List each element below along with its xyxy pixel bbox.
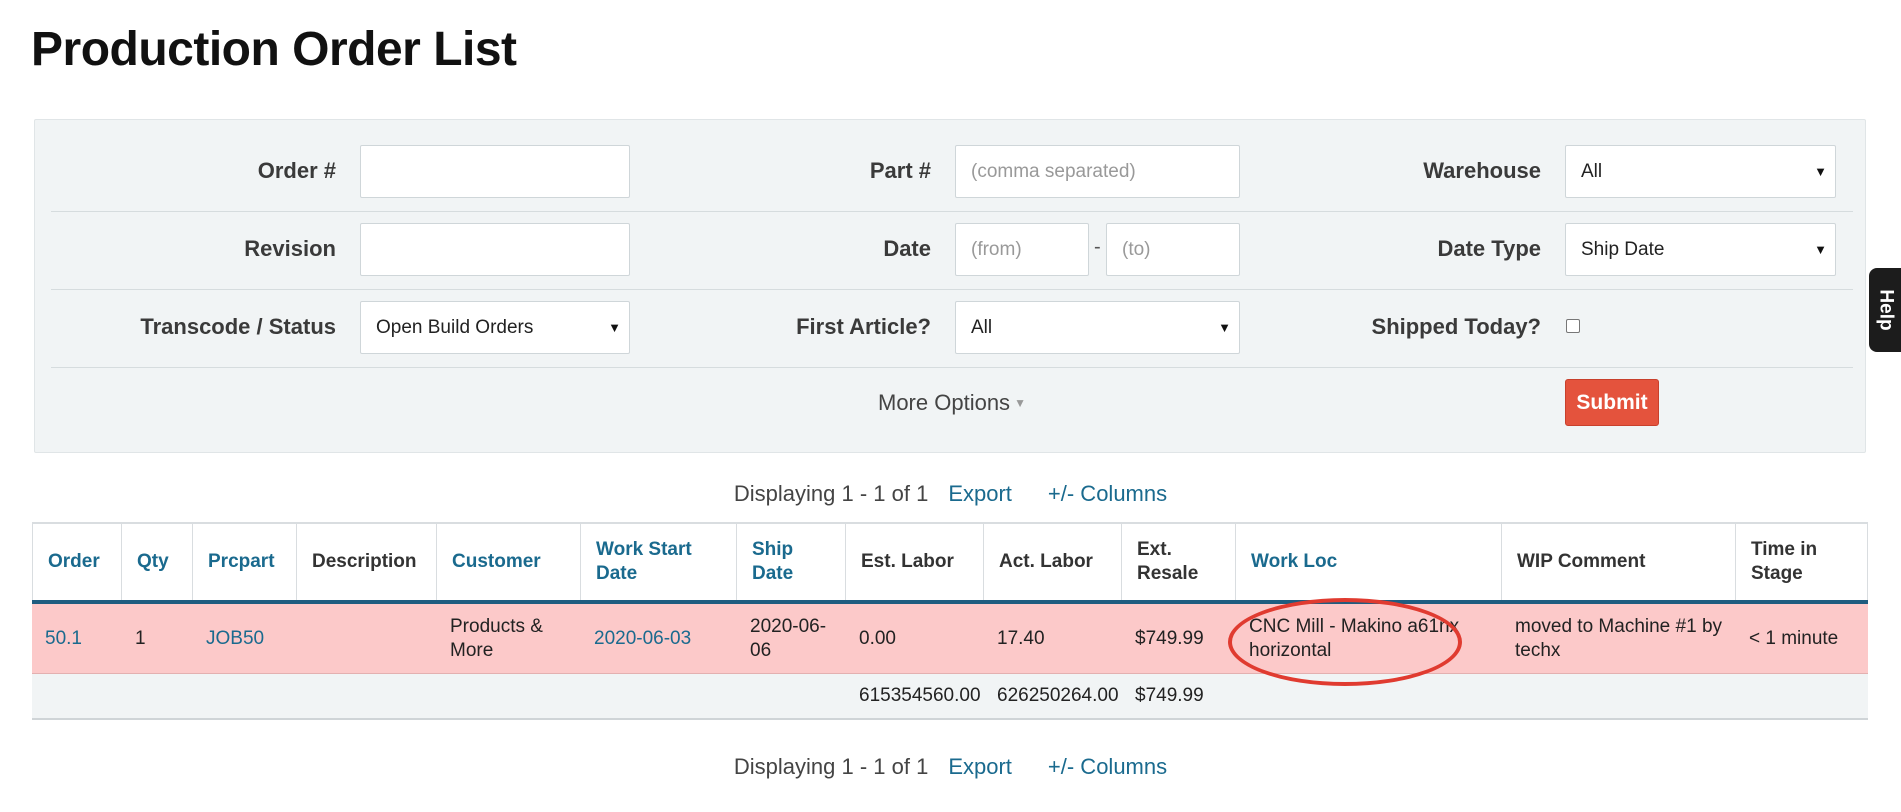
- more-options-label: More Options: [878, 390, 1011, 415]
- warehouse-label: Warehouse: [1423, 158, 1541, 183]
- help-tab[interactable]: Help: [1869, 268, 1901, 352]
- column-header-order[interactable]: Order: [32, 524, 122, 600]
- page-title: Production Order List: [31, 23, 517, 76]
- cell-time-in-stage: < 1 minute: [1749, 627, 1839, 649]
- column-header-time-in-stage: Time in Stage: [1736, 524, 1868, 600]
- pagination-bar-bottom: Displaying 1 - 1 of 1 Export +/- Columns: [0, 754, 1901, 780]
- cell-act-labor: 17.40: [997, 627, 1045, 649]
- column-header-prcpart[interactable]: Prcpart: [193, 524, 297, 600]
- row-divider: [51, 367, 1853, 368]
- order-number-label: Order #: [257, 158, 336, 183]
- total-est-labor: 615354560.00: [859, 685, 981, 706]
- total-ext-resale: $749.99: [1135, 685, 1204, 706]
- export-link[interactable]: Export: [948, 754, 1012, 779]
- chevron-down-icon: ▼: [608, 320, 621, 335]
- part-number-label: Part #: [869, 158, 931, 183]
- cell-order-link[interactable]: 50.1: [32, 604, 122, 673]
- date-type-select[interactable]: Ship Date ▼: [1565, 223, 1836, 276]
- column-header-est-labor: Est. Labor: [846, 524, 984, 600]
- columns-toggle-link[interactable]: +/- Columns: [1048, 754, 1167, 779]
- column-header-wip-comment: WIP Comment: [1502, 524, 1736, 600]
- date-label: Date: [883, 236, 931, 261]
- date-type-select-value: Ship Date: [1581, 238, 1665, 260]
- date-separator: -: [1094, 236, 1101, 258]
- column-header-act-labor: Act. Labor: [984, 524, 1122, 600]
- table-header: Order Qty Prcpart Description Customer W…: [32, 522, 1868, 604]
- submit-button[interactable]: Submit: [1565, 379, 1659, 426]
- column-header-ext-resale: Ext. Resale: [1122, 524, 1236, 600]
- column-header-work-loc[interactable]: Work Loc: [1236, 524, 1502, 600]
- table-totals-row: 615354560.00 626250264.00 $749.99: [32, 674, 1868, 720]
- cell-description: [297, 604, 437, 673]
- transcode-status-label: Transcode / Status: [140, 314, 336, 339]
- shipped-today-label: Shipped Today?: [1371, 314, 1541, 339]
- cell-work-loc: CNC Mill - Makino a61nx horizontal: [1249, 615, 1460, 661]
- revision-label: Revision: [244, 236, 336, 261]
- first-article-label: First Article?: [796, 314, 931, 339]
- revision-input[interactable]: [360, 223, 630, 276]
- cell-prcpart-link[interactable]: JOB50: [193, 604, 297, 673]
- order-number-input[interactable]: [360, 145, 630, 198]
- row-divider: [51, 211, 1853, 212]
- column-header-customer[interactable]: Customer: [437, 524, 581, 600]
- warehouse-select[interactable]: All ▼: [1565, 145, 1836, 198]
- column-header-ship-date[interactable]: Ship Date: [737, 524, 846, 600]
- caret-down-icon: ▼: [1014, 396, 1026, 410]
- cell-ext-resale: $749.99: [1135, 627, 1204, 649]
- date-from-input[interactable]: (from): [955, 223, 1089, 276]
- date-to-input[interactable]: (to): [1106, 223, 1240, 276]
- date-type-label: Date Type: [1437, 236, 1541, 261]
- cell-est-labor: 0.00: [859, 627, 896, 649]
- columns-toggle-link[interactable]: +/- Columns: [1048, 481, 1167, 506]
- chevron-down-icon: ▼: [1218, 320, 1231, 335]
- part-number-input[interactable]: (comma separated): [955, 145, 1240, 198]
- displaying-count: Displaying 1 - 1 of 1: [733, 481, 929, 506]
- more-options-toggle[interactable]: More Options ▼: [878, 390, 1026, 416]
- cell-qty: 1: [135, 627, 146, 649]
- cell-work-start-date-link[interactable]: 2020-06-03: [581, 604, 737, 673]
- warehouse-select-value: All: [1581, 160, 1603, 182]
- cell-ship-date: 2020-06-06: [750, 615, 827, 661]
- shipped-today-checkbox[interactable]: [1566, 319, 1580, 333]
- column-header-work-start-date[interactable]: Work Start Date: [581, 524, 737, 600]
- cell-customer: Products & More: [450, 615, 543, 661]
- table-row: 50.1 1 JOB50 Products & More 2020-06-03 …: [32, 604, 1868, 674]
- export-link[interactable]: Export: [948, 481, 1012, 506]
- transcode-status-select-value: Open Build Orders: [376, 316, 534, 338]
- total-act-labor: 626250264.00: [997, 685, 1119, 706]
- chevron-down-icon: ▼: [1814, 242, 1827, 257]
- column-header-qty[interactable]: Qty: [122, 524, 193, 600]
- first-article-select[interactable]: All ▼: [955, 301, 1240, 354]
- row-divider: [51, 289, 1853, 290]
- chevron-down-icon: ▼: [1814, 164, 1827, 179]
- cell-wip-comment: moved to Machine #1 by techx: [1515, 615, 1723, 661]
- help-tab-label: Help: [1876, 289, 1897, 331]
- first-article-select-value: All: [971, 316, 993, 338]
- displaying-count: Displaying 1 - 1 of 1: [733, 754, 929, 779]
- pagination-bar-top: Displaying 1 - 1 of 1 Export +/- Columns: [0, 481, 1901, 507]
- column-header-description: Description: [297, 524, 437, 600]
- transcode-status-select[interactable]: Open Build Orders ▼: [360, 301, 630, 354]
